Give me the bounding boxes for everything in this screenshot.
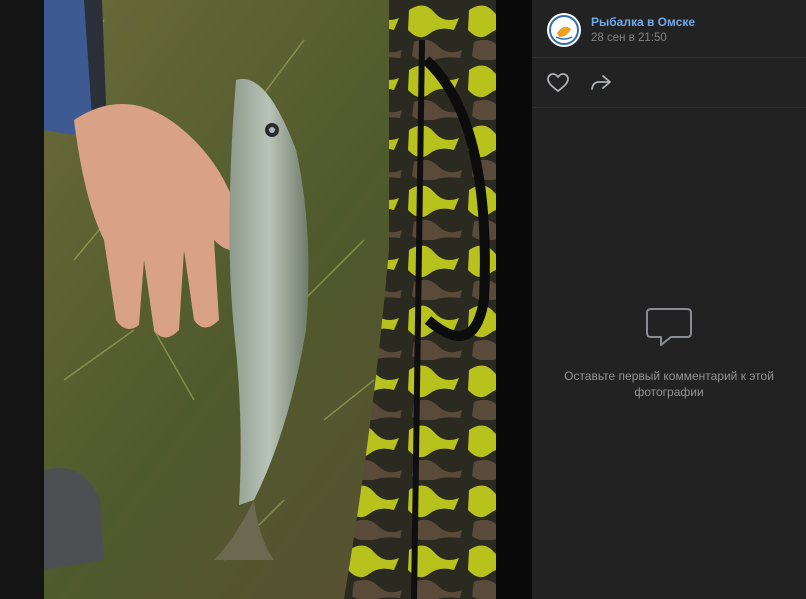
comments-empty-state: Оставьте первый комментарий к этой фотог… — [532, 305, 806, 400]
post-side-panel: Рыбалка в Омске 28 сен в 21:50 Оставьте … — [532, 0, 806, 599]
share-arrow-icon — [591, 75, 611, 90]
heart-icon — [547, 73, 569, 92]
like-button[interactable] — [546, 72, 570, 94]
post-photo[interactable] — [44, 0, 496, 599]
post-actions — [532, 58, 806, 108]
share-button[interactable] — [589, 72, 613, 94]
photo-image — [44, 0, 496, 599]
comment-bubble-icon — [646, 308, 692, 346]
avatar[interactable] — [547, 13, 581, 47]
post-header: Рыбалка в Омске 28 сен в 21:50 — [532, 0, 806, 58]
post-date[interactable]: 28 сен в 21:50 — [591, 32, 667, 44]
community-logo-icon — [548, 14, 580, 46]
photo-viewer: Рыбалка в Омске 28 сен в 21:50 Оставьте … — [0, 0, 806, 599]
post-author-link[interactable]: Рыбалка в Омске — [591, 15, 695, 29]
viewer-backdrop[interactable] — [0, 0, 44, 599]
comments-empty-text: Оставьте первый комментарий к этой фотог… — [564, 369, 774, 399]
